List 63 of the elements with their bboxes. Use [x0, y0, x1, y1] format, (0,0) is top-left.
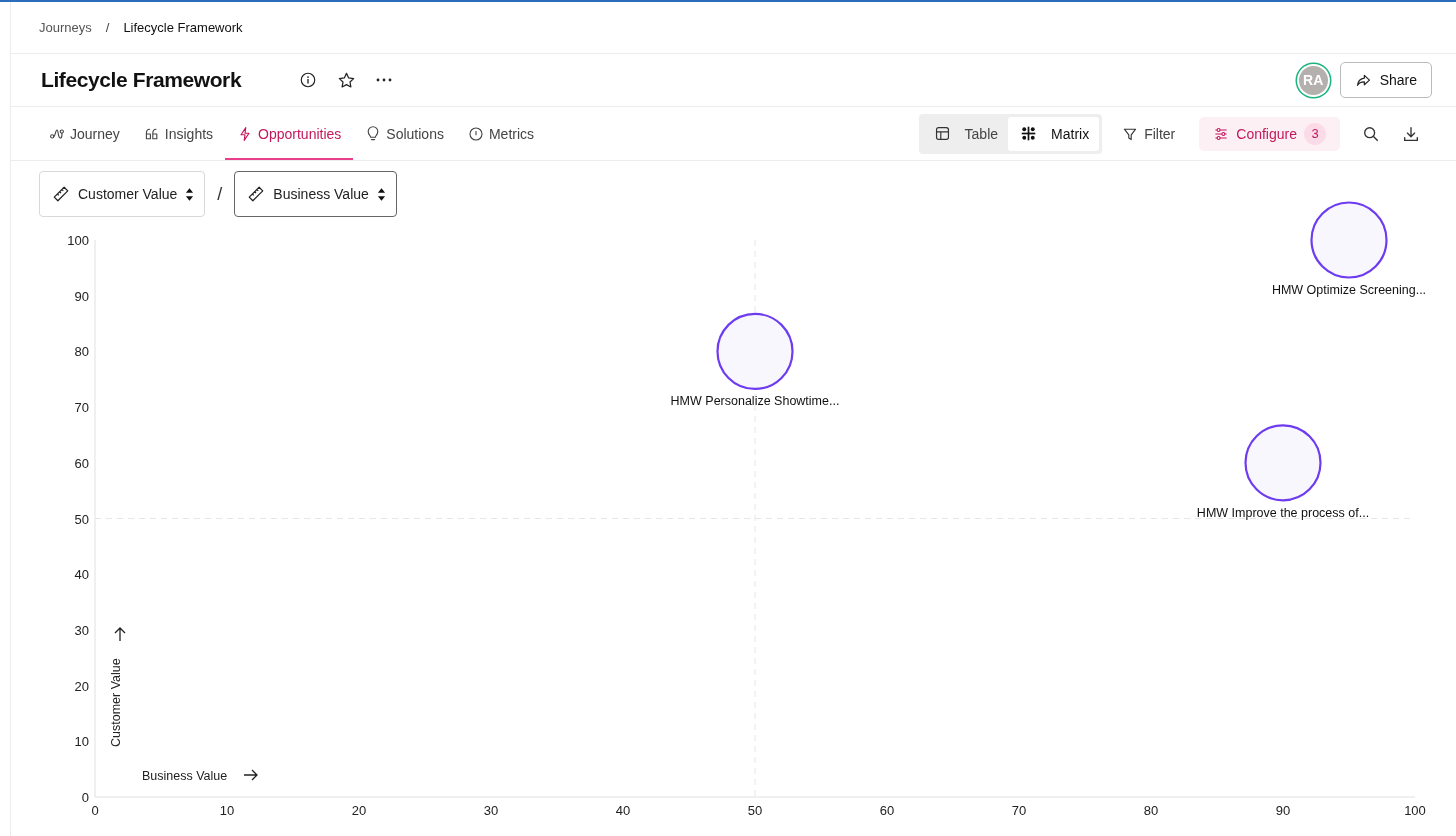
tab[interactable]: Solutions: [353, 107, 456, 160]
y-tick-label: 20: [74, 678, 89, 694]
up-arrow-icon: [114, 627, 126, 642]
tab[interactable]: Journey: [37, 107, 132, 160]
x-tick-label: 10: [219, 803, 235, 818]
search-icon[interactable]: [1362, 124, 1380, 143]
x-tick-label: 80: [1143, 803, 1159, 818]
x-tick-label: 30: [483, 803, 499, 818]
gauge-icon: [467, 125, 484, 142]
page-title: Lifecycle Framework: [41, 68, 242, 92]
matrix-icon: [1020, 125, 1038, 142]
x-tick-label: 50: [747, 803, 763, 818]
bubble-label[interactable]: HMW Improve the process of...: [1196, 505, 1370, 520]
opportunity-bubble[interactable]: [1244, 424, 1322, 502]
tab[interactable]: Opportunities: [225, 107, 354, 160]
view-toggle-option[interactable]: Table: [921, 116, 1009, 151]
x-tick-label: 40: [615, 803, 631, 818]
y-tick-label: 70: [74, 400, 89, 416]
right-arrow-icon: [243, 769, 258, 781]
ruler-icon: [247, 185, 266, 203]
axis-select[interactable]: Business Value: [234, 171, 397, 217]
ruler-icon: [52, 185, 70, 203]
view-toggle-option[interactable]: Matrix: [1008, 116, 1100, 151]
table-icon: [933, 125, 951, 142]
star-icon[interactable]: [337, 70, 357, 90]
bubble-label[interactable]: HMW Optimize Screening...: [1271, 283, 1427, 297]
y-axis-title: Customer Value: [109, 658, 123, 747]
breadcrumb-link[interactable]: Lifecycle Framework: [123, 20, 243, 35]
sort-caret-icon: [185, 186, 195, 202]
y-tick-label: 30: [74, 622, 89, 638]
share-button[interactable]: Share: [1339, 62, 1432, 98]
count-badge: 3: [1304, 122, 1326, 145]
tab[interactable]: Insights: [131, 107, 226, 160]
x-tick-label: 100: [1404, 803, 1426, 818]
breadcrumb-link[interactable]: Journeys: [39, 20, 92, 35]
x-tick-label: 70: [1011, 803, 1027, 818]
y-tick-label: 100: [67, 233, 89, 248]
x-axis-title: Business Value: [142, 769, 228, 783]
tab[interactable]: Metrics: [455, 107, 547, 160]
axis-select[interactable]: Customer Value: [39, 171, 206, 217]
breadcrumb-separator: /: [105, 20, 110, 35]
x-tick-label: 0: [91, 803, 99, 818]
y-tick-label: 10: [74, 734, 89, 750]
opportunity-bubble[interactable]: [716, 312, 794, 390]
sliders-icon: [1213, 125, 1230, 142]
y-tick-label: 90: [74, 288, 89, 304]
y-tick-label: 40: [74, 567, 89, 583]
bubble-label[interactable]: HMW Personalize Showtime...: [670, 394, 840, 409]
x-tick-label: 20: [351, 803, 367, 818]
filter-button[interactable]: Filter: [1110, 116, 1188, 151]
info-icon[interactable]: [299, 71, 318, 89]
download-icon[interactable]: [1402, 124, 1420, 143]
y-tick-label: 50: [74, 511, 89, 527]
sort-caret-icon: [376, 186, 386, 202]
y-tick-label: 60: [74, 455, 89, 471]
y-tick-label: 0: [81, 790, 89, 805]
configure-button[interactable]: Configure 3: [1199, 116, 1340, 151]
x-tick-label: 60: [879, 803, 895, 818]
y-tick-label: 80: [74, 344, 89, 360]
opportunity-bubble[interactable]: [1310, 201, 1388, 279]
axis-separator: /: [217, 183, 223, 205]
more-icon[interactable]: [376, 78, 393, 82]
x-tick-label: 90: [1275, 803, 1291, 818]
